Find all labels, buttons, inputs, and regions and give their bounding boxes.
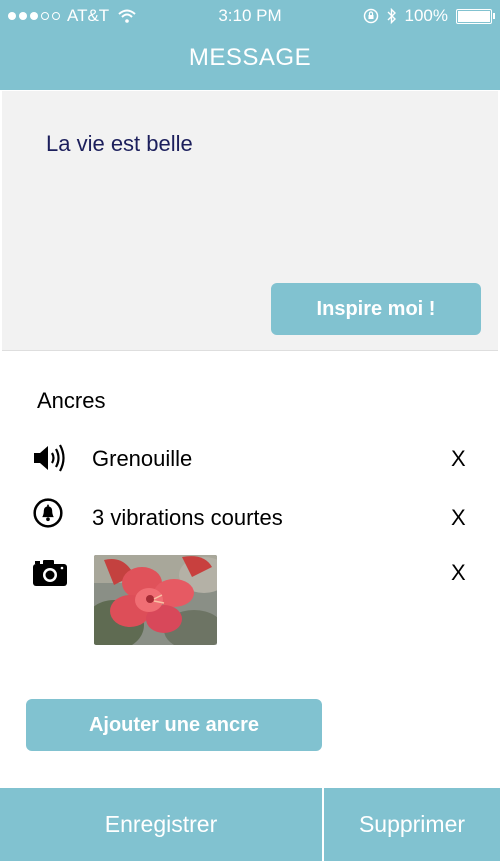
camera-icon (33, 560, 67, 586)
add-anchor-button[interactable]: Ajouter une ancre (26, 699, 322, 751)
remove-anchor-button[interactable]: X (451, 505, 466, 531)
bell-vibration-icon (33, 498, 63, 528)
delete-button[interactable]: Supprimer (324, 788, 500, 861)
flower-photo-image (94, 555, 217, 645)
message-area[interactable]: La vie est belle Inspire moi ! (2, 91, 498, 351)
remove-anchor-button[interactable]: X (451, 560, 466, 586)
anchor-label: Grenouille (92, 446, 193, 471)
speaker-icon (34, 444, 65, 472)
anchor-label: 3 vibrations courtes (92, 505, 283, 530)
battery-label: 100% (404, 6, 448, 25)
battery-fill (458, 10, 490, 22)
save-button[interactable]: Enregistrer (0, 788, 322, 861)
remove-anchor-button[interactable]: X (451, 446, 466, 472)
anchors-heading: Ancres (37, 388, 106, 413)
page-title: MESSAGE (188, 44, 312, 71)
bottom-toolbar: Enregistrer Supprimer (0, 788, 500, 861)
inspire-button[interactable]: Inspire moi ! (271, 283, 481, 335)
battery-icon (456, 8, 495, 24)
message-text[interactable]: La vie est belle (46, 131, 193, 157)
bluetooth-icon (387, 8, 396, 24)
status-bar: AT&T 3:10 PM 100% (0, 0, 500, 32)
status-right: 100% (363, 6, 495, 26)
top-bar: AT&T 3:10 PM 100% MESSAGE (0, 0, 500, 90)
rotation-lock-icon (363, 8, 378, 24)
anchor-photo[interactable] (94, 555, 217, 645)
